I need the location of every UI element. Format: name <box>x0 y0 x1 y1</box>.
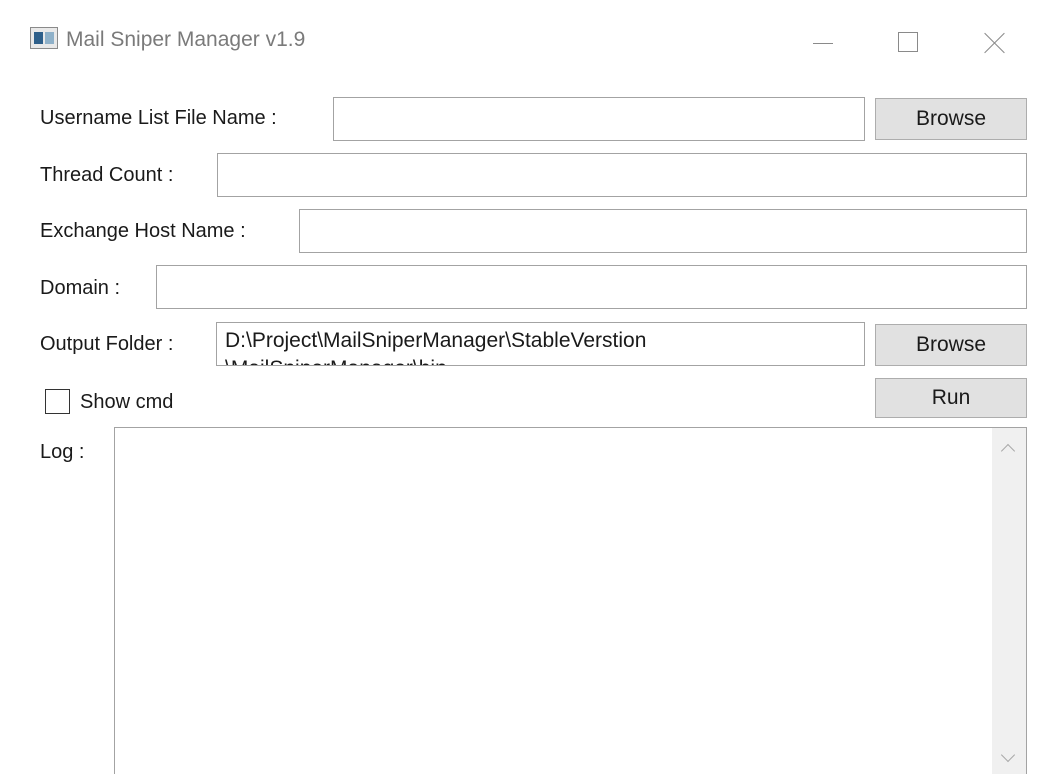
title-bar: Mail Sniper Manager v1.9 <box>0 0 1045 82</box>
thread-count-input[interactable] <box>217 153 1027 197</box>
log-label: Log : <box>40 441 85 463</box>
minimize-icon <box>813 42 833 44</box>
show-cmd-label[interactable]: Show cmd <box>80 389 173 415</box>
username-list-label: Username List File Name : <box>40 107 277 129</box>
run-button[interactable]: Run <box>875 378 1027 418</box>
username-list-input[interactable] <box>333 97 865 141</box>
domain-label: Domain : <box>40 277 121 299</box>
output-folder-value-wrapped: \MailSniperManager\bin <box>225 355 447 365</box>
close-icon <box>984 31 1006 53</box>
output-folder-value: D:\Project\MailSniperManager\StableVerst… <box>225 329 647 352</box>
minimize-button[interactable] <box>788 16 858 68</box>
maximize-button[interactable] <box>873 16 943 68</box>
domain-input[interactable] <box>156 265 1027 309</box>
scroll-down-arrow-icon[interactable] <box>1000 747 1016 763</box>
show-cmd-checkbox[interactable] <box>45 389 70 414</box>
exchange-host-input[interactable] <box>299 209 1027 253</box>
close-button[interactable] <box>960 16 1030 68</box>
exchange-host-label: Exchange Host Name : <box>40 220 246 242</box>
scroll-up-arrow-icon[interactable] <box>1000 443 1016 459</box>
window-title: Mail Sniper Manager v1.9 <box>66 28 306 51</box>
browse-output-button[interactable]: Browse <box>875 324 1027 366</box>
log-textarea[interactable] <box>114 427 1027 774</box>
log-scrollbar[interactable] <box>992 428 1026 774</box>
output-folder-label: Output Folder : <box>40 333 174 355</box>
output-folder-input[interactable]: D:\Project\MailSniperManager\StableVerst… <box>216 322 865 366</box>
browse-username-button[interactable]: Browse <box>875 98 1027 140</box>
thread-count-label: Thread Count : <box>40 164 174 186</box>
maximize-icon <box>898 32 918 52</box>
app-window-icon <box>30 27 58 49</box>
